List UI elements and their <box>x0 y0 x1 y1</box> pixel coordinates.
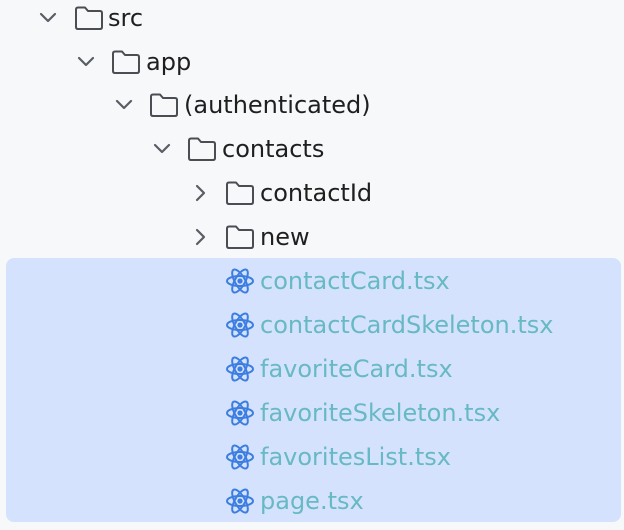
file-label: contactCard.tsx <box>260 267 450 295</box>
chevron-down-icon[interactable] <box>71 47 101 77</box>
chevron-right-icon[interactable] <box>185 222 215 252</box>
react-icon <box>225 398 255 428</box>
tree-folder-app[interactable]: app <box>0 40 624 84</box>
chevron-right-icon[interactable] <box>185 178 215 208</box>
tree-folder-authenticated[interactable]: (authenticated) <box>0 83 624 127</box>
tree-file-row[interactable]: page.tsx <box>0 479 624 523</box>
file-label: favoriteSkeleton.tsx <box>260 399 501 427</box>
react-icon <box>225 442 255 472</box>
tree-file-row[interactable]: contactCard.tsx <box>0 259 624 303</box>
react-icon <box>225 310 255 340</box>
folder-icon <box>110 47 142 77</box>
folder-label: src <box>108 4 144 32</box>
tree-file-row[interactable]: favoriteCard.tsx <box>0 347 624 391</box>
file-label: favoriteCard.tsx <box>260 355 453 383</box>
folder-label: app <box>146 48 192 76</box>
folder-label: contactId <box>260 179 373 207</box>
folder-icon <box>224 222 256 252</box>
tree-file-row[interactable]: favoritesList.tsx <box>0 435 624 479</box>
react-icon <box>225 266 255 296</box>
tree-file-row[interactable]: favoriteSkeleton.tsx <box>0 391 624 435</box>
chevron-down-icon[interactable] <box>33 3 63 33</box>
tree-file-row[interactable]: contactCardSkeleton.tsx <box>0 303 624 347</box>
tree-folder-new[interactable]: new <box>0 215 624 259</box>
tree-folder-src[interactable]: src <box>0 0 624 40</box>
tree-folder-contactid[interactable]: contactId <box>0 171 624 215</box>
react-icon <box>225 354 255 384</box>
folder-icon <box>186 134 218 164</box>
file-label: page.tsx <box>260 487 364 515</box>
folder-icon <box>73 3 105 33</box>
folder-label: new <box>260 223 310 251</box>
file-label: contactCardSkeleton.tsx <box>260 311 554 339</box>
folder-icon <box>148 90 180 120</box>
folder-label: (authenticated) <box>184 91 371 119</box>
chevron-down-icon[interactable] <box>109 90 139 120</box>
react-icon <box>225 486 255 516</box>
tree-folder-contacts[interactable]: contacts <box>0 127 624 171</box>
folder-label: contacts <box>222 135 325 163</box>
folder-icon <box>224 178 256 208</box>
file-label: favoritesList.tsx <box>260 443 451 471</box>
project-file-tree: src app (authenticated) contacts contact… <box>0 0 624 530</box>
chevron-down-icon[interactable] <box>147 134 177 164</box>
